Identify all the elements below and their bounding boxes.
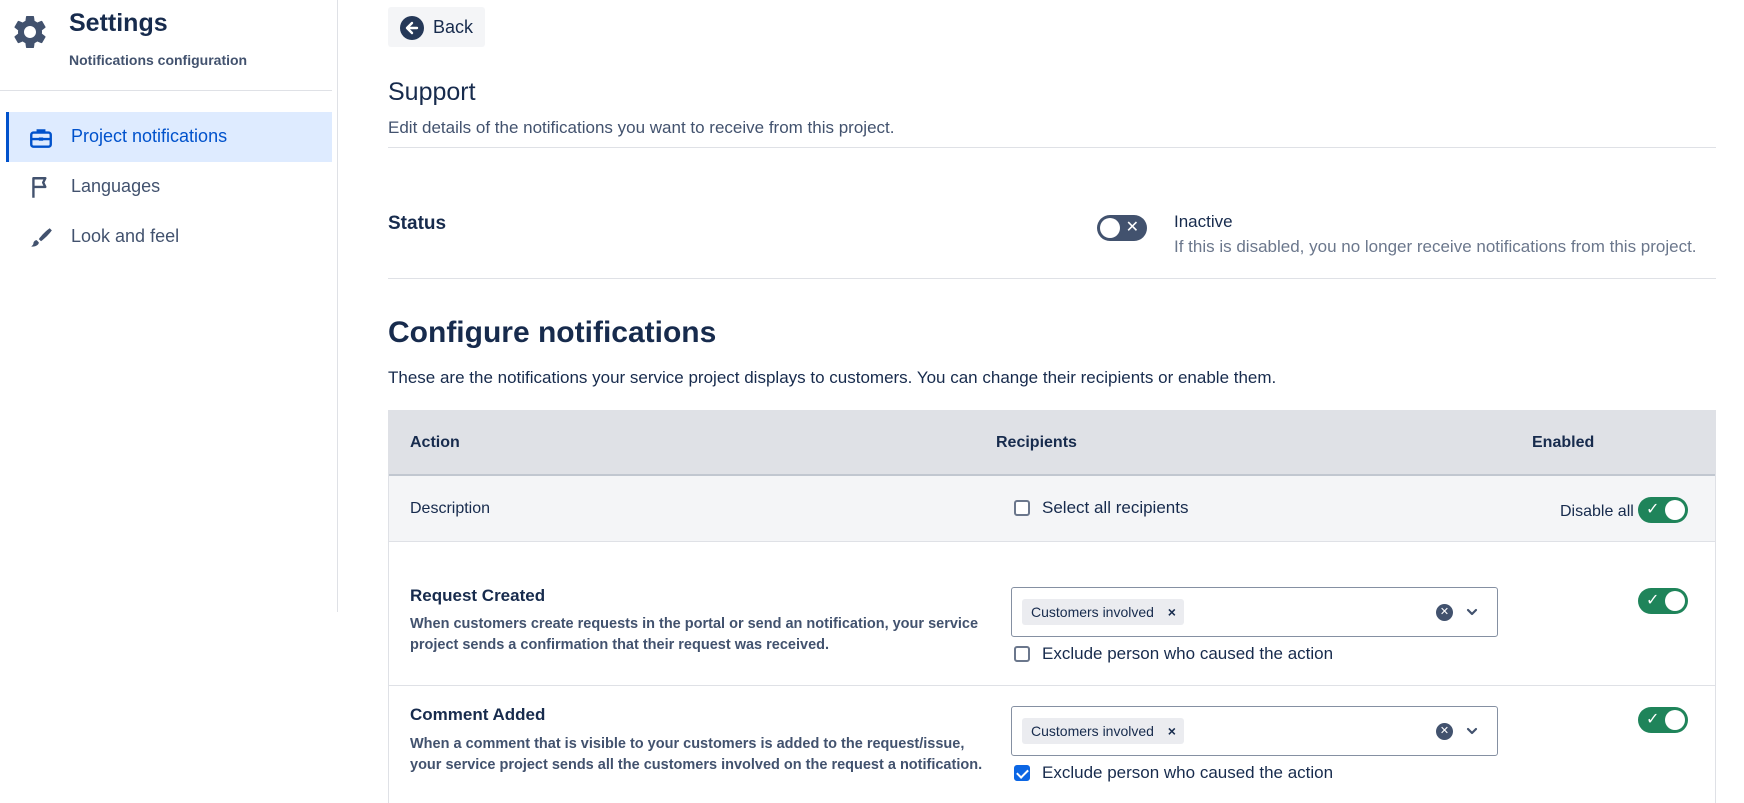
exclude-checkbox[interactable] xyxy=(1014,765,1030,781)
row-enabled-toggle[interactable]: ✓ xyxy=(1638,707,1688,733)
check-icon: ✓ xyxy=(1646,711,1660,728)
disable-all-toggle[interactable]: ✓ xyxy=(1638,497,1688,523)
row-enabled-toggle[interactable]: ✓ xyxy=(1638,588,1688,614)
exclude-label: Exclude person who caused the action xyxy=(1042,644,1334,663)
chevron-down-icon[interactable] xyxy=(1464,723,1480,739)
recipient-tag: Customers involved × xyxy=(1022,718,1184,744)
select-all-label: Select all recipients xyxy=(1042,498,1189,517)
recipients-select[interactable]: Customers involved × ✕ xyxy=(1011,587,1498,637)
sidebar: Settings Notifications configuration Pro… xyxy=(0,0,338,612)
notifications-table: Action Recipients Enabled Description Se… xyxy=(388,410,1716,803)
sidebar-item-look-and-feel[interactable]: Look and feel xyxy=(6,212,332,262)
sidebar-title: Settings xyxy=(69,9,168,37)
recipient-tag-label: Customers involved xyxy=(1031,723,1154,739)
table-row: Comment Added When a comment that is vis… xyxy=(389,687,1715,803)
header-enabled: Enabled xyxy=(1532,434,1595,451)
exclude-checkbox[interactable] xyxy=(1014,646,1030,662)
toggle-knob xyxy=(1665,591,1685,611)
remove-tag-icon[interactable]: × xyxy=(1168,718,1176,744)
arrow-left-icon xyxy=(400,16,424,40)
sidebar-header: Settings Notifications configuration xyxy=(0,0,332,91)
row-title: Comment Added xyxy=(410,705,546,724)
toggle-knob xyxy=(1665,500,1685,520)
clear-icon[interactable]: ✕ xyxy=(1436,604,1453,621)
row-description: When a comment that is visible to your c… xyxy=(410,736,983,773)
table-row: Request Created When customers create re… xyxy=(389,543,1715,686)
divider xyxy=(388,278,1716,279)
status-toggle[interactable]: ✕ xyxy=(1097,215,1147,241)
close-icon: ✕ xyxy=(1125,219,1139,236)
sidebar-item-label: Project notifications xyxy=(71,126,228,146)
sidebar-item-languages[interactable]: Languages xyxy=(6,162,332,212)
project-title: Support xyxy=(388,78,476,106)
sidebar-item-label: Look and feel xyxy=(71,226,180,246)
configure-description: These are the notifications your service… xyxy=(388,368,1277,387)
exclude-label: Exclude person who caused the action xyxy=(1042,763,1334,782)
toggle-knob xyxy=(1100,218,1120,238)
row-title: Request Created xyxy=(410,586,546,605)
status-description: If this is disabled, you no longer recei… xyxy=(1174,237,1697,256)
back-label: Back xyxy=(433,17,474,37)
recipient-tag: Customers involved × xyxy=(1022,599,1184,625)
sidebar-item-project-notifications[interactable]: Project notifications xyxy=(6,112,332,162)
status-label: Status xyxy=(388,213,447,234)
remove-tag-icon[interactable]: × xyxy=(1168,599,1176,625)
back-button[interactable]: Back xyxy=(388,7,485,47)
header-action: Action xyxy=(410,434,460,451)
paintbrush-icon xyxy=(31,228,52,247)
row-description: When customers create requests in the po… xyxy=(410,616,979,653)
briefcase-icon xyxy=(30,129,52,148)
flag-icon xyxy=(32,177,47,198)
check-icon: ✓ xyxy=(1646,501,1660,518)
project-description: Edit details of the notifications you wa… xyxy=(388,118,895,137)
status-state: Inactive xyxy=(1174,212,1233,231)
toggle-knob xyxy=(1665,710,1685,730)
chevron-down-icon[interactable] xyxy=(1464,604,1480,620)
recipients-select[interactable]: Customers involved × ✕ xyxy=(1011,706,1498,756)
clear-icon[interactable]: ✕ xyxy=(1436,723,1453,740)
configure-title: Configure notifications xyxy=(388,316,717,349)
select-all-checkbox[interactable] xyxy=(1014,500,1030,516)
sidebar-subtitle: Notifications configuration xyxy=(69,52,248,68)
header-recipients: Recipients xyxy=(996,434,1077,451)
gear-icon xyxy=(14,15,46,48)
recipient-tag-label: Customers involved xyxy=(1031,604,1154,620)
divider xyxy=(388,147,1716,148)
sidebar-item-label: Languages xyxy=(71,176,161,196)
description-label: Description xyxy=(410,500,491,517)
table-header: Action Recipients Enabled xyxy=(389,410,1715,476)
description-row: Description Select all recipients Disabl… xyxy=(389,476,1715,542)
check-icon: ✓ xyxy=(1646,592,1660,609)
disable-all-label: Disable all xyxy=(1560,503,1634,520)
